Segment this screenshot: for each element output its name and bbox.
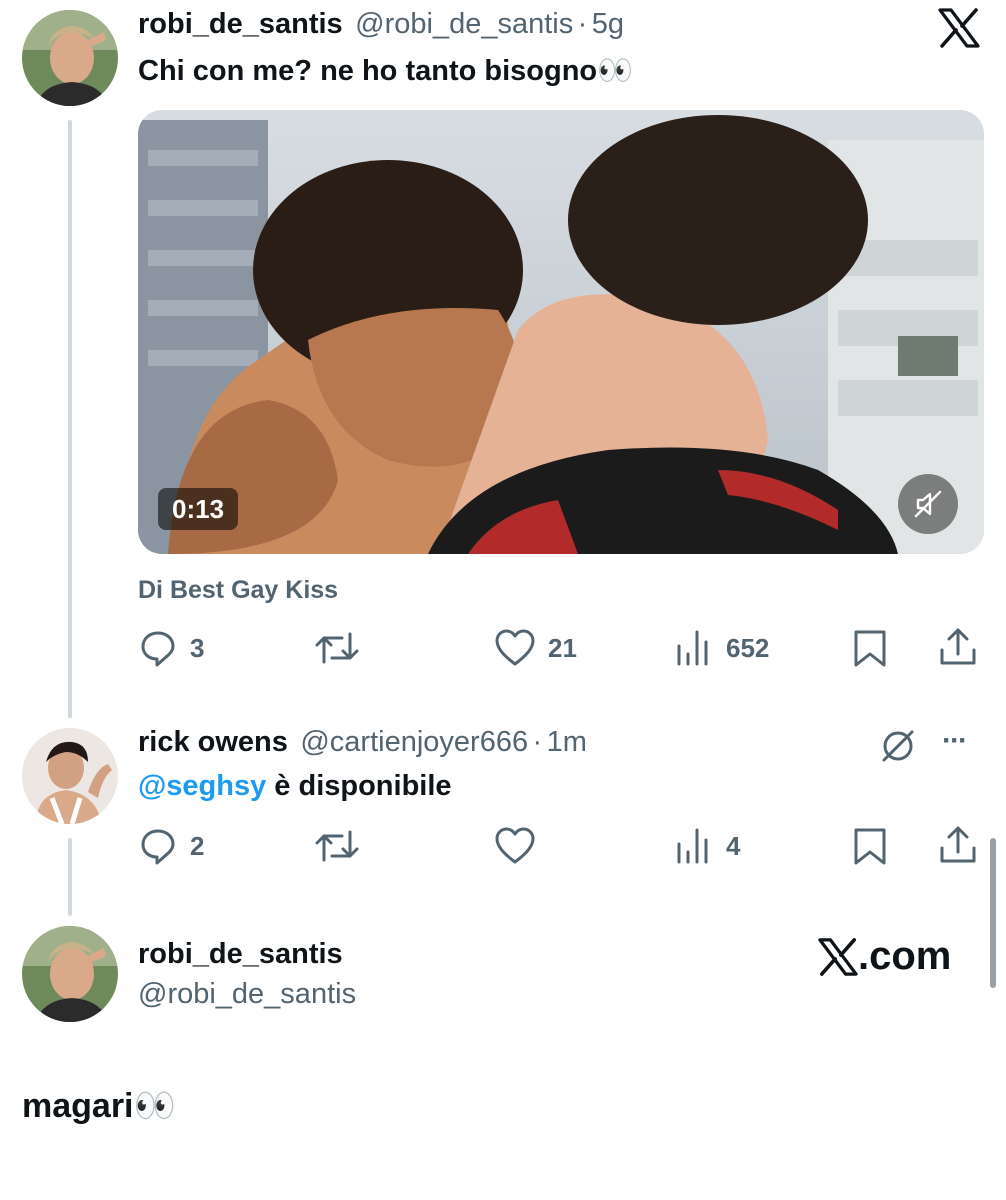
thread-line (68, 120, 72, 718)
thread-line (68, 838, 72, 916)
tweet-text: Chi con me? ne ho tanto bisogno👀 (138, 55, 634, 87)
share-button[interactable] (938, 824, 978, 866)
more-icon: ··· (942, 724, 968, 757)
tweet-time[interactable]: 1m (547, 726, 587, 758)
reply-text: magari👀 (22, 1087, 176, 1125)
more-button[interactable]: ··· (942, 724, 968, 758)
like-count: 21 (548, 632, 577, 663)
author-handle[interactable]: @robi_de_santis (355, 8, 573, 40)
like-icon (495, 827, 535, 864)
author-name[interactable]: rick owens (138, 726, 288, 758)
bookmark-icon (854, 828, 886, 865)
views-count: 652 (726, 632, 770, 663)
brand-text: .com (858, 934, 952, 978)
separator-dot: · (577, 8, 588, 40)
like-button[interactable]: 21 (494, 628, 577, 668)
x-com-brand: .com (818, 934, 951, 979)
retweet-icon (315, 830, 359, 862)
media-source[interactable]: Di Best Gay Kiss (138, 576, 338, 605)
avatar-rick[interactable] (22, 728, 118, 824)
bookmark-button[interactable] (852, 628, 888, 668)
profile-name[interactable]: robi_de_santis (138, 938, 343, 971)
author-name[interactable]: robi_de_santis (138, 8, 343, 40)
views-icon (677, 630, 708, 666)
views-icon (677, 828, 708, 864)
author-handle[interactable]: @cartienjoyer666 (300, 726, 528, 758)
retweet-button[interactable] (314, 628, 360, 668)
retweet-button[interactable] (314, 826, 360, 866)
profile-handle[interactable]: @robi_de_santis (138, 978, 356, 1011)
reply-icon (141, 829, 175, 865)
share-button[interactable] (938, 626, 978, 668)
tweet-text: @seghsy è disponibile (138, 770, 452, 803)
reply-button[interactable]: 2 (138, 826, 204, 866)
bookmark-icon (854, 630, 886, 667)
tweet-header: rick owens @cartienjoyer666 · 1m (138, 726, 587, 759)
reply-icon (141, 631, 175, 667)
tweet-header: robi_de_santis @robi_de_santis · 5g (138, 8, 624, 41)
views-count: 4 (726, 830, 741, 861)
mute-button[interactable] (898, 474, 958, 534)
reply-button[interactable]: 3 (138, 628, 204, 668)
reply-count: 2 (190, 830, 205, 861)
scrollbar[interactable] (990, 838, 996, 988)
bookmark-button[interactable] (852, 826, 888, 866)
views-button[interactable]: 4 (674, 826, 740, 866)
views-button[interactable]: 652 (674, 628, 769, 668)
tweet-text-rest: è disponibile (266, 770, 452, 802)
like-button[interactable] (494, 826, 536, 866)
avatar-robi[interactable] (22, 926, 118, 1022)
share-icon (940, 628, 976, 665)
separator-dot: · (532, 726, 543, 758)
like-icon (495, 629, 535, 666)
x-logo[interactable] (938, 8, 980, 53)
video-player[interactable] (138, 110, 984, 554)
tweet-time[interactable]: 5g (592, 8, 624, 40)
avatar-robi[interactable] (22, 10, 118, 106)
x-logo (818, 937, 858, 976)
grok-icon (882, 730, 914, 762)
share-icon (940, 826, 976, 863)
reply-count: 3 (190, 632, 205, 663)
video-duration: 0:13 (158, 488, 239, 530)
mute-icon (914, 490, 942, 518)
mention-link[interactable]: @seghsy (138, 770, 266, 802)
grok-button[interactable] (878, 726, 918, 771)
retweet-icon (315, 632, 359, 664)
